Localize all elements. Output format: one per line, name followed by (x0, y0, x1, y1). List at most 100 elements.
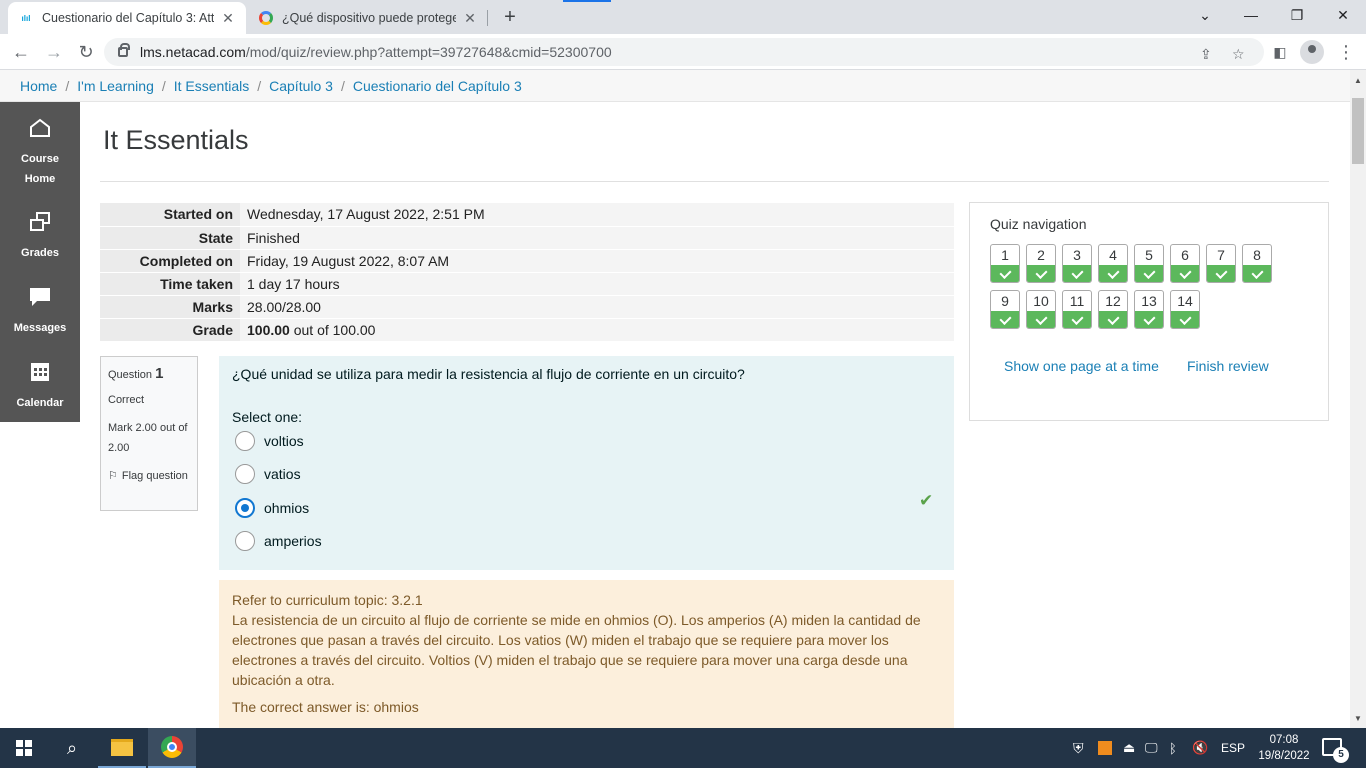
restore-button[interactable]: ❐ (1274, 0, 1320, 32)
option-voltios[interactable]: voltios (235, 431, 304, 451)
radio-button-selected[interactable] (235, 498, 255, 518)
sidebar-item-grades[interactable]: Grades (0, 212, 80, 263)
notification-badge: 5 (1333, 747, 1349, 763)
question-mark: Mark 2.00 out of 2.00 (108, 422, 188, 454)
quiz-nav-question-10[interactable]: 10 (1026, 290, 1056, 329)
reload-icon[interactable]: ↻ (74, 40, 98, 64)
minimize-button[interactable]: — (1228, 0, 1274, 32)
correct-answer: The correct answer is: ohmios (232, 699, 419, 715)
menu-icon[interactable]: ⋮ (1334, 40, 1358, 64)
question-number-label: 4 (1109, 247, 1117, 263)
chrome-taskbar-icon[interactable] (148, 728, 196, 768)
radio-button[interactable] (235, 464, 255, 484)
sidebar-item-calendar[interactable]: Calendar (0, 362, 80, 413)
question-info-panel: Question 1 Correct Mark 2.00 out of 2.00… (100, 356, 198, 511)
divider (100, 181, 1329, 182)
quiz-nav-question-1[interactable]: 1 (990, 244, 1020, 283)
page-content: Home / I'm Learning / It Essentials / Ca… (0, 70, 1350, 728)
bookmark-star-icon[interactable]: ☆ (1232, 46, 1245, 63)
network-icon[interactable]: 🖵 (1145, 728, 1158, 768)
quiz-nav-question-7[interactable]: 7 (1206, 244, 1236, 283)
radio-button[interactable] (235, 431, 255, 451)
lock-icon[interactable] (118, 43, 130, 57)
language-indicator[interactable]: ESP (1221, 728, 1245, 768)
question-number-label: 9 (1001, 293, 1009, 309)
bluetooth-icon[interactable]: ᛒ (1169, 728, 1177, 768)
select-one-label: Select one: (232, 409, 303, 425)
sidebar-item-course-home[interactable]: Course Home (0, 118, 80, 189)
radio-button[interactable] (235, 531, 255, 551)
url-field[interactable]: lms.netacad.com/mod/quiz/review.php?atte… (104, 38, 1264, 66)
question-number-label: 8 (1253, 247, 1261, 263)
back-icon[interactable]: ← (9, 40, 33, 64)
quiz-nav-question-3[interactable]: 3 (1062, 244, 1092, 283)
tab-search-icon[interactable]: ⌄ (1182, 0, 1228, 32)
calendar-icon (31, 363, 49, 381)
left-sidebar: Course Home Grades Messages Calendar (0, 102, 80, 422)
curriculum-topic: Refer to curriculum topic: 3.2.1 (232, 592, 423, 608)
quiz-nav-question-13[interactable]: 13 (1134, 290, 1164, 329)
breadcrumb-home[interactable]: Home (20, 78, 57, 94)
option-ohmios[interactable]: ohmios (235, 498, 309, 518)
quiz-nav-question-5[interactable]: 5 (1134, 244, 1164, 283)
table-row: Completed on Friday, 19 August 2022, 8:07… (100, 249, 954, 273)
attempt-summary-table: Started on Wednesday, 17 August 2022, 2:5… (100, 203, 954, 342)
finish-review-link[interactable]: Finish review (1187, 358, 1269, 374)
quiz-nav-question-2[interactable]: 2 (1026, 244, 1056, 283)
quiz-nav-question-12[interactable]: 12 (1098, 290, 1128, 329)
scrollbar-thumb[interactable] (1352, 98, 1364, 164)
answered-correct-icon (1171, 265, 1199, 282)
share-icon[interactable]: ⇪ (1200, 46, 1212, 63)
app-tray-icon[interactable] (1098, 728, 1112, 768)
security-icon[interactable]: ⛨ (1073, 728, 1084, 768)
profile-avatar[interactable] (1300, 40, 1324, 64)
quiz-nav-question-14[interactable]: 14 (1170, 290, 1200, 329)
breadcrumb-quiz[interactable]: Cuestionario del Capítulo 3 (353, 78, 522, 94)
close-tab-icon[interactable]: ✕ (462, 10, 478, 27)
sidebar-item-messages[interactable]: Messages (0, 287, 80, 338)
close-tab-icon[interactable]: ✕ (220, 10, 236, 27)
grade-value: 100.00 (247, 321, 290, 338)
close-window-button[interactable]: ✕ (1320, 0, 1366, 32)
new-tab-button[interactable]: + (498, 5, 522, 29)
grades-icon (30, 212, 50, 231)
tab-google[interactable]: ¿Qué dispositivo puede proteger ✕ (248, 2, 488, 34)
forward-icon[interactable]: → (42, 40, 66, 64)
breadcrumb-course[interactable]: It Essentials (174, 78, 249, 94)
quiz-nav-question-8[interactable]: 8 (1242, 244, 1272, 283)
quiz-nav-question-6[interactable]: 6 (1170, 244, 1200, 283)
answered-correct-icon (991, 265, 1019, 282)
clock[interactable]: 07:08 19/8/2022 (1252, 732, 1316, 764)
answered-correct-icon (1063, 265, 1091, 282)
scroll-down-icon[interactable]: ▼ (1354, 714, 1362, 723)
usb-icon[interactable]: ⏏ (1123, 728, 1135, 768)
google-icon (258, 10, 274, 26)
tab-quiz[interactable]: ılıl Cuestionario del Capítulo 3: Atte ✕ (8, 2, 246, 34)
flag-question-link[interactable]: ⚐ Flag question (108, 466, 190, 486)
quiz-nav-question-4[interactable]: 4 (1098, 244, 1128, 283)
quiz-nav-question-9[interactable]: 9 (990, 290, 1020, 329)
tab-title: Cuestionario del Capítulo 3: Atte (42, 11, 214, 25)
breadcrumb-chapter[interactable]: Capítulo 3 (269, 78, 333, 94)
page-scrollbar[interactable]: ▲ ▼ (1350, 70, 1366, 728)
option-vatios[interactable]: vatios (235, 464, 301, 484)
windows-start-button[interactable] (0, 728, 48, 768)
answered-correct-icon (1063, 311, 1091, 328)
side-panel-icon[interactable]: ◧ (1268, 40, 1292, 64)
answered-correct-icon (1207, 265, 1235, 282)
table-row: Marks 28.00/28.00 (100, 295, 954, 319)
option-amperios[interactable]: amperios (235, 531, 322, 551)
cisco-icon: ılıl (21, 13, 31, 23)
file-explorer-icon[interactable] (98, 728, 146, 768)
scroll-up-icon[interactable]: ▲ (1354, 76, 1362, 85)
search-icon[interactable]: ⌕ (48, 728, 96, 768)
windows-logo-icon (16, 740, 32, 756)
answered-correct-icon (1027, 265, 1055, 282)
quiz-nav-question-11[interactable]: 11 (1062, 290, 1092, 329)
breadcrumb-learning[interactable]: I'm Learning (77, 78, 154, 94)
answered-correct-icon (1135, 311, 1163, 328)
breadcrumb: Home / I'm Learning / It Essentials / Ca… (0, 70, 1350, 102)
answered-correct-icon (1027, 311, 1055, 328)
volume-muted-icon[interactable]: 🔇 (1192, 728, 1208, 768)
show-one-page-link[interactable]: Show one page at a time (1004, 358, 1159, 374)
